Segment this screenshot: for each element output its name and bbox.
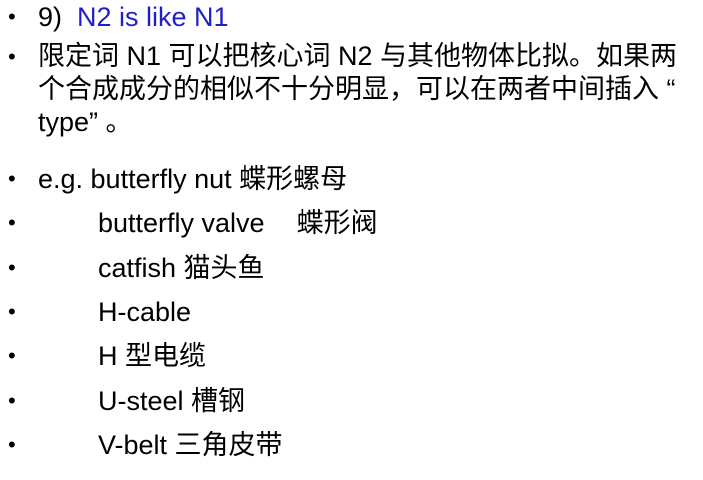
heading-title: N2 is like N1 xyxy=(77,2,229,32)
example-text: catfish 猫头鱼 xyxy=(98,253,265,283)
example-text: V-belt 三角皮带 xyxy=(98,430,283,460)
item-number: 9) xyxy=(38,2,63,32)
bullet-icon: • xyxy=(8,166,16,191)
example-text: H 型电缆 xyxy=(98,341,206,371)
example-text: H-cable xyxy=(98,297,192,327)
slide: • 9) N2 is like N1 • 限定词 N1 可以把核心词 N2 与其… xyxy=(0,0,703,480)
bullet-icon: • xyxy=(8,388,16,413)
example-gloss: 蝶形阀 xyxy=(296,208,378,238)
bullet-icon: • xyxy=(8,255,16,280)
bullet-icon: • xyxy=(8,343,16,368)
bullet-icon: • xyxy=(8,210,16,235)
bullet-icon: • xyxy=(8,4,16,29)
example-term: butterfly valve xyxy=(98,208,265,238)
bullet-icon: • xyxy=(8,44,16,69)
heading-line: 9) N2 is like N1 xyxy=(38,2,229,32)
example-text: U-steel 槽钢 xyxy=(98,386,246,416)
paragraph-text: 限定词 N1 可以把核心词 N2 与其他物体比拟。如果两个合成成分的相似不十分明… xyxy=(38,41,678,137)
bullet-icon: • xyxy=(8,299,16,324)
example-line: butterfly valve 蝶形阀 xyxy=(98,208,378,238)
bullet-icon: • xyxy=(8,432,16,457)
example-text: e.g. butterfly nut 蝶形螺母 xyxy=(38,164,348,194)
